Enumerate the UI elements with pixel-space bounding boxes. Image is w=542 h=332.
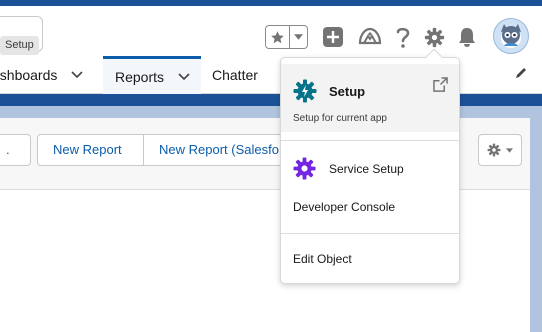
global-actions-icon[interactable]	[320, 24, 346, 50]
setup-menu-dropdown: Setup Setup for current app Service Setu…	[280, 48, 460, 284]
global-header	[0, 6, 542, 56]
tab-dashboards[interactable]: ashboards	[0, 56, 102, 94]
tab-chatter[interactable]: Chatter	[212, 56, 258, 94]
chevron-down-icon[interactable]	[71, 71, 83, 79]
page-brand-band	[0, 94, 542, 106]
setup-menu-item[interactable]: Setup Setup for current app	[281, 64, 459, 132]
edit-object-menu-item[interactable]: Edit Object	[293, 252, 352, 266]
tab-reports-label: Reports	[115, 68, 165, 85]
chevron-down-icon	[506, 147, 513, 153]
new-report-button[interactable]: New Report	[37, 134, 144, 166]
notifications-bell-icon[interactable]	[454, 24, 480, 50]
setup-gear-icon[interactable]	[421, 24, 447, 50]
menu-divider	[281, 140, 459, 141]
tab-reports[interactable]: Reports	[103, 56, 201, 94]
chevron-down-icon[interactable]	[178, 72, 190, 81]
favorites-dropdown-icon[interactable]	[290, 26, 307, 48]
favorites-star-icon[interactable]	[266, 26, 290, 48]
open-in-new-window-icon[interactable]	[433, 77, 448, 97]
favorites-button-group	[265, 25, 308, 49]
setup-menu-subtitle: Setup for current app	[293, 113, 387, 124]
service-setup-gear-icon	[293, 157, 316, 185]
partial-toolbar-button[interactable]: .	[0, 134, 31, 166]
setup-gear-icon	[293, 79, 317, 108]
setup-tooltip: Setup	[0, 36, 39, 55]
gear-icon	[487, 143, 501, 157]
service-setup-menu-item[interactable]: Service Setup	[329, 162, 404, 176]
setup-menu-title: Setup	[329, 84, 366, 99]
edit-nav-pencil-icon[interactable]	[514, 66, 528, 85]
new-report-salesforce-classic-button[interactable]: New Report (Salesfo	[143, 134, 283, 166]
app-nav-bar: ashboards Reports Chatter	[0, 56, 542, 94]
menu-divider	[281, 233, 459, 234]
user-avatar[interactable]	[493, 18, 529, 54]
help-icon[interactable]	[390, 24, 416, 50]
tab-dashboards-label: ashboards	[0, 67, 58, 83]
list-view-controls-button[interactable]	[478, 134, 522, 166]
developer-console-menu-item[interactable]: Developer Console	[293, 200, 395, 214]
tab-chatter-label: Chatter	[212, 67, 258, 83]
trailhead-guidance-icon[interactable]	[357, 24, 383, 50]
